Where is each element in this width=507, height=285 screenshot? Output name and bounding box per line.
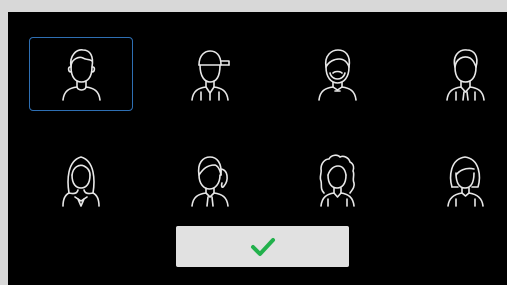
male-short-hair-icon bbox=[62, 49, 101, 101]
male-beard-icon bbox=[318, 49, 357, 101]
confirm-button[interactable] bbox=[176, 226, 349, 267]
female-bob-icon bbox=[447, 156, 484, 207]
avatar-option-female-long-hair[interactable] bbox=[29, 143, 133, 217]
avatar-option-male-beard[interactable] bbox=[285, 37, 389, 111]
female-long-hair-icon bbox=[62, 156, 100, 207]
avatar-option-female-bob[interactable] bbox=[413, 143, 507, 217]
checkmark-icon bbox=[250, 237, 275, 256]
avatar-option-female-ponytail[interactable] bbox=[157, 143, 261, 217]
avatar-option-male-tie[interactable] bbox=[413, 37, 507, 111]
avatar-option-female-curly-hair[interactable] bbox=[285, 143, 389, 217]
female-curly-hair-icon bbox=[319, 154, 355, 207]
avatar-option-male-short-hair[interactable] bbox=[29, 37, 133, 111]
female-ponytail-icon bbox=[191, 156, 229, 207]
avatar-option-male-cap[interactable] bbox=[157, 37, 261, 111]
window-frame bbox=[0, 0, 507, 285]
male-cap-icon bbox=[191, 50, 230, 101]
male-tie-icon bbox=[446, 49, 485, 101]
